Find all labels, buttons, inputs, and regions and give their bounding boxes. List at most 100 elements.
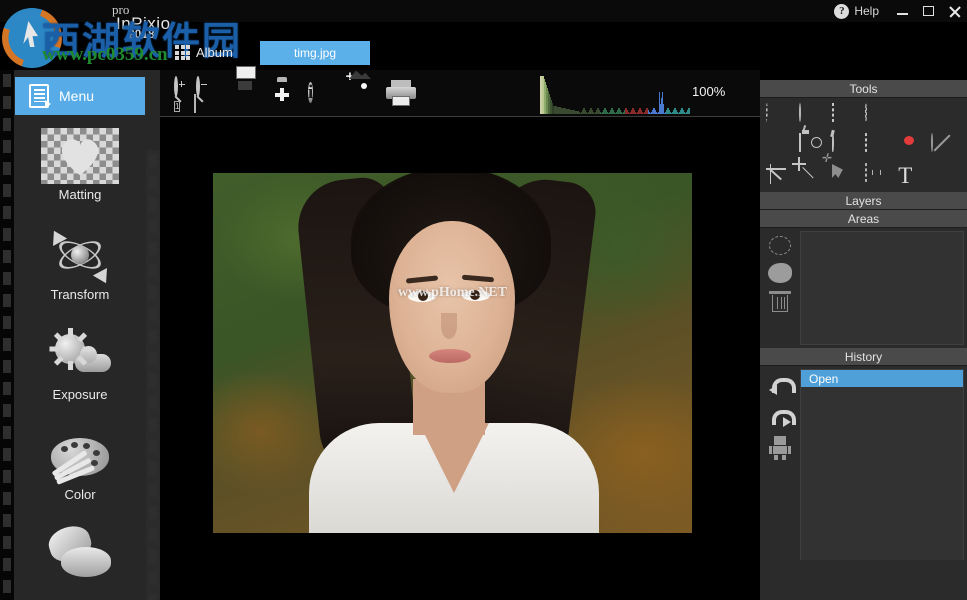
close-button[interactable] <box>941 0 967 22</box>
transform-icon <box>41 228 119 284</box>
areas-toolbar <box>760 228 800 348</box>
file-tab-timg[interactable]: timg.jpg <box>260 41 370 65</box>
area-delete-icon[interactable] <box>770 291 790 313</box>
no-tool-icon <box>931 133 933 152</box>
album-label: Album <box>196 45 233 60</box>
sidebar-content: Menu Matting Transform Exposure <box>14 70 146 600</box>
tools-grid: ✛ T <box>760 98 967 192</box>
minimize-icon <box>897 13 908 15</box>
selection-tool[interactable] <box>865 134 895 158</box>
maximize-icon <box>923 6 934 16</box>
zoom-level-label: 100% <box>692 84 725 99</box>
sidebar-item-matting[interactable]: Matting <box>14 128 146 202</box>
grid-icon <box>175 45 190 60</box>
right-panel-stack: Tools ✛ T Layers Areas <box>760 80 967 600</box>
sidebar-item-label: Color <box>14 487 146 502</box>
areas-panel-header[interactable]: Areas <box>760 210 967 228</box>
no-tool-button[interactable] <box>931 134 961 158</box>
macro-robot-icon[interactable] <box>770 436 790 460</box>
film-perforations-left <box>0 70 14 600</box>
image-canvas-area[interactable]: www.pHome.NET <box>160 117 760 600</box>
sidebar-item-exposure[interactable]: Exposure <box>14 328 146 402</box>
move-tool[interactable]: ✛ <box>832 164 862 188</box>
text-tool-icon: T <box>898 163 912 188</box>
actual-size-icon: 1 <box>174 101 180 112</box>
menu-button[interactable]: Menu <box>15 77 145 115</box>
maximize-button[interactable] <box>915 0 941 22</box>
history-item-open[interactable]: Open <box>801 370 963 387</box>
freehand-lasso-icon <box>799 103 801 122</box>
clone-stamp-tool[interactable] <box>766 134 796 158</box>
red-eye-tool[interactable] <box>898 134 928 158</box>
area-blob-icon[interactable] <box>768 263 792 283</box>
help-label: Help <box>854 4 879 18</box>
album-button[interactable]: Album <box>175 45 233 60</box>
ellipse-marquee-icon <box>865 103 867 122</box>
fit-screen-button[interactable] <box>194 95 196 113</box>
selection-icon <box>865 133 867 152</box>
ellipse-marquee-tool[interactable] <box>865 104 895 128</box>
areas-panel-body <box>760 228 967 348</box>
area-ellipse-icon[interactable] <box>769 236 791 255</box>
photo-image[interactable]: www.pHome.NET <box>213 173 692 533</box>
magic-wand-icon <box>832 133 834 152</box>
photo-nose <box>441 313 457 339</box>
rectangle-marquee-tool[interactable] <box>832 104 862 128</box>
watermark-url-text: www.pc0359.cn <box>42 44 168 66</box>
photo-watermark-text: www.pHome.NET <box>398 285 507 301</box>
zoom-out-icon <box>196 76 200 97</box>
left-sidebar: Menu Matting Transform Exposure <box>0 70 160 600</box>
transform-selection-icon <box>865 163 867 182</box>
redo-icon[interactable] <box>769 404 791 426</box>
history-panel-header[interactable]: History <box>760 348 967 366</box>
menu-document-icon <box>29 84 49 108</box>
polygon-lasso-tool[interactable] <box>766 104 796 128</box>
tools-row1-spacer <box>931 104 961 128</box>
photo-face <box>389 221 515 393</box>
matting-icon <box>41 128 119 184</box>
info-button[interactable]: i <box>308 79 313 107</box>
info-icon: i <box>308 82 313 103</box>
exposure-icon <box>41 328 119 384</box>
sidebar-item-label: Matting <box>14 187 146 202</box>
zoom-in-button[interactable] <box>174 78 178 96</box>
minimize-button[interactable] <box>889 0 915 22</box>
history-toolbar <box>760 366 800 576</box>
photo-shirt <box>309 423 599 533</box>
crop-resize-tool[interactable] <box>799 164 829 188</box>
tools-panel-header: Tools <box>760 80 967 98</box>
text-tool[interactable]: T <box>898 164 928 188</box>
areas-list[interactable] <box>800 231 964 345</box>
beauty-compact-icon <box>41 525 119 581</box>
zoom-in-icon <box>174 76 178 97</box>
sidebar-item-transform[interactable]: Transform <box>14 228 146 302</box>
history-panel-body: Open <box>760 366 967 576</box>
magic-wand-tool[interactable] <box>832 134 862 158</box>
sidebar-item-label: Exposure <box>14 387 146 402</box>
layers-panel-header[interactable]: Layers <box>760 192 967 210</box>
color-wheel-tool[interactable] <box>898 104 928 128</box>
history-list[interactable]: Open <box>800 369 964 573</box>
close-icon <box>948 5 961 18</box>
application-window: ? Help pro InPixio 2018 西湖软件园 www.pc0359… <box>0 0 967 600</box>
question-mark-icon: ? <box>834 4 849 19</box>
polygon-lasso-icon <box>766 103 768 122</box>
color-icon <box>41 428 119 484</box>
tools-row3-spacer <box>931 164 961 188</box>
camera-icon <box>799 133 801 152</box>
actual-size-button[interactable]: 1 <box>174 96 180 114</box>
transform-selection-tool[interactable] <box>865 164 895 188</box>
right-panel-filler <box>760 560 967 600</box>
freehand-lasso-tool[interactable] <box>799 104 829 128</box>
undo-icon[interactable] <box>769 372 791 394</box>
rectangle-marquee-icon <box>832 103 834 122</box>
sidebar-item-label: Transform <box>14 287 146 302</box>
fit-screen-icon <box>194 94 196 113</box>
histogram-display <box>540 74 690 114</box>
sidebar-item-beauty[interactable] <box>14 525 146 584</box>
menu-label: Menu <box>59 88 94 104</box>
help-button[interactable]: ? Help <box>824 0 889 22</box>
window-controls: ? Help <box>824 0 967 22</box>
sidebar-item-color[interactable]: Color <box>14 428 146 502</box>
zoom-out-button[interactable] <box>196 78 200 96</box>
